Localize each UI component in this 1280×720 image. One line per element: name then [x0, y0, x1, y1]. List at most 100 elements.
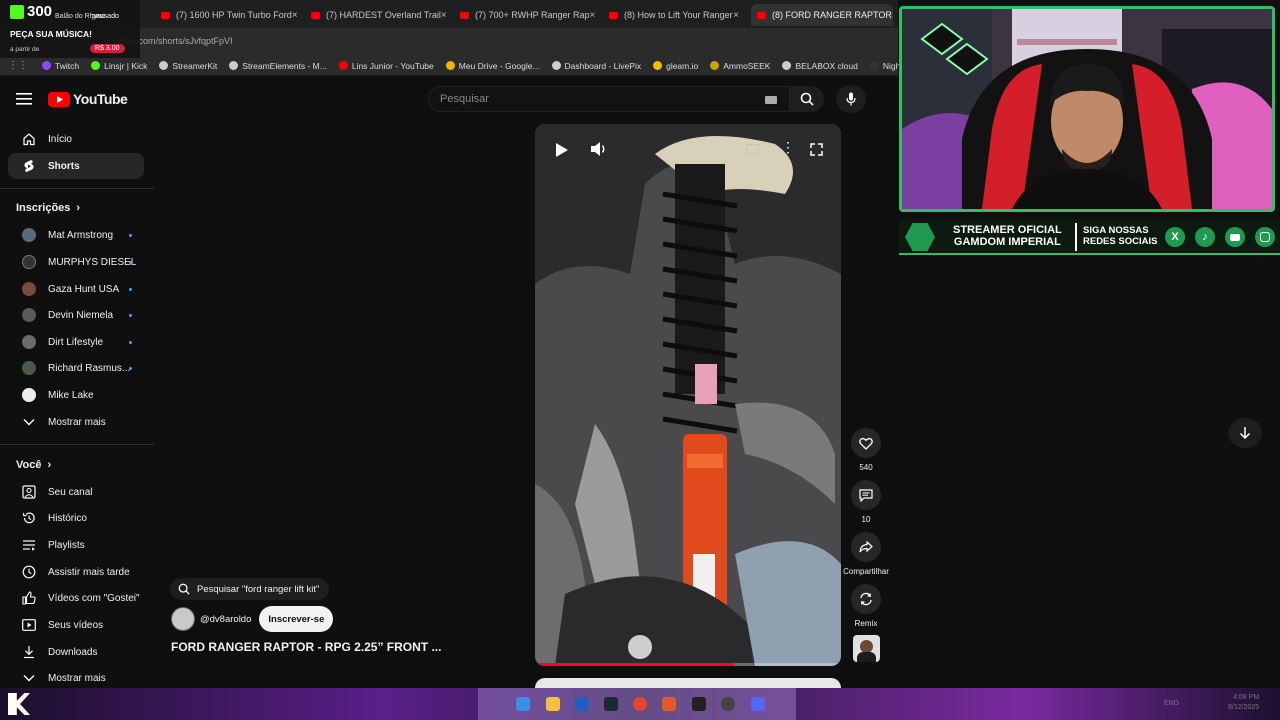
tab-5-active[interactable]: (8) FORD RANGER RAPTOR × [751, 4, 893, 26]
bookmark-item[interactable]: Meu Drive - Google... [445, 61, 540, 71]
subscribe-button[interactable]: Inscrever-se [259, 606, 334, 632]
like-button[interactable]: 540 [849, 428, 883, 472]
youtube-favicon-icon [460, 11, 469, 19]
tray-clock[interactable]: 4:08 PM 8/12/2025 [1228, 693, 1259, 713]
short-channel-row: @dv8aroldo Inscrever-se [171, 606, 334, 632]
channel-avatar[interactable] [171, 607, 195, 631]
bookmark-favicon-icon [338, 61, 348, 70]
apps-grid-icon[interactable]: ⋮⋮ [8, 60, 28, 71]
bookmark-item[interactable]: AmmoSEEK [710, 61, 770, 71]
close-tab-icon[interactable]: × [733, 10, 745, 21]
sidebar-item-subscription[interactable]: Devin Niemela [8, 302, 144, 328]
sound-thumbnail[interactable] [853, 635, 880, 662]
search-icon [800, 92, 814, 106]
short-title[interactable]: FORD RANGER RAPTOR - RPG 2.25” FRONT ... [171, 640, 441, 654]
bookmark-item[interactable]: StreamElements - M... [229, 61, 327, 71]
outlook-icon[interactable] [575, 697, 589, 711]
subscriptions-title: Inscrições [16, 202, 71, 214]
progress-track[interactable] [535, 663, 841, 666]
play-button[interactable] [555, 142, 569, 163]
sidebar-item-your-channel[interactable]: Seu canal [8, 479, 144, 505]
more-options-icon[interactable]: ⋮ [781, 140, 795, 154]
sidebar-item-history[interactable]: Histórico [8, 505, 144, 531]
app-icon[interactable] [662, 697, 676, 711]
close-tab-icon[interactable]: × [892, 10, 893, 21]
sidebar-item-home[interactable]: Início [8, 126, 144, 152]
new-content-dot [129, 287, 132, 291]
search-suggestion-chip[interactable]: Pesquisar "ford ranger lift kit" [170, 578, 330, 600]
next-short-button[interactable] [1228, 418, 1262, 448]
shorts-video-player[interactable]: ⋮ [535, 124, 841, 666]
remix-button[interactable]: Remix [849, 584, 883, 628]
hamburger-menu-icon[interactable] [16, 92, 32, 111]
obs-icon[interactable] [721, 697, 735, 711]
bookmark-item[interactable]: Dashboard - LivePix [551, 61, 641, 71]
overlay-price-badge: R$ 3.00 [90, 44, 125, 53]
bookmark-item[interactable]: gleam.io [653, 61, 698, 71]
microphone-icon [846, 92, 856, 106]
show-more-subscriptions-button[interactable]: Mostrar mais [8, 409, 144, 435]
steam-icon[interactable] [604, 697, 618, 711]
bookmark-item[interactable]: BELABOX cloud [782, 61, 858, 71]
sidebar-item-subscription[interactable]: Dirt Lifestyle [8, 329, 144, 355]
discord-icon[interactable] [751, 697, 765, 711]
sidebar-item-liked-videos[interactable]: Vídeos com "Gostei" [8, 585, 144, 611]
liked-icon [8, 591, 48, 605]
sidebar-item-subscription[interactable]: Richard Rasmus... [8, 355, 144, 381]
video-frame-suspension-image [535, 124, 841, 666]
close-tab-icon[interactable]: × [292, 10, 297, 21]
search-placeholder: Pesquisar [440, 93, 489, 105]
youtube-logo[interactable]: YouTube [48, 91, 128, 107]
keyboard-icon[interactable] [765, 96, 777, 104]
streamer-webcam [899, 6, 1275, 212]
bookmark-favicon-icon [710, 61, 720, 70]
comments-button[interactable]: 10 [849, 480, 883, 524]
voice-search-button[interactable] [836, 85, 866, 113]
new-content-dot [129, 233, 132, 237]
sidebar-item-shorts[interactable]: Shorts [8, 153, 144, 179]
bookmark-label: Linsjr | Kick [104, 60, 148, 71]
bookmark-item[interactable]: StreamerKit [159, 61, 217, 71]
chrome-icon[interactable] [633, 697, 647, 711]
tray-language[interactable]: ENG [1164, 700, 1179, 707]
windows-start-icon[interactable] [516, 697, 530, 711]
search-suggestion-text: Pesquisar "ford ranger lift kit" [197, 583, 320, 595]
file-explorer-icon[interactable] [546, 697, 560, 711]
bookmark-label: StreamElements - M... [242, 60, 327, 71]
sidebar-item-label: Mostrar mais [48, 416, 106, 428]
sidebar-item-subscription[interactable]: Mike Lake [8, 382, 144, 408]
sidebar-item-playlists[interactable]: Playlists [8, 532, 144, 558]
sidebar-item-subscription[interactable]: MURPHYS DIESEL [8, 249, 144, 275]
sidebar-item-subscription[interactable]: Mat Armstrong [8, 222, 144, 248]
sidebar-item-your-videos[interactable]: Seus vídeos [8, 612, 144, 638]
close-tab-icon[interactable]: × [441, 10, 447, 21]
sidebar-item-watch-later[interactable]: Assistir mais tarde [8, 559, 144, 585]
bookmark-item[interactable]: Twitch [42, 61, 79, 71]
fullscreen-button[interactable] [810, 143, 823, 161]
search-input[interactable]: Pesquisar [428, 86, 790, 112]
terminal-icon[interactable] [692, 697, 706, 711]
chevron-right-icon: › [76, 202, 81, 214]
search-button[interactable] [790, 86, 824, 112]
miniplayer-icon[interactable] [746, 144, 759, 154]
channel-handle[interactable]: @dv8aroldo [200, 614, 251, 625]
you-header[interactable]: Você › [16, 459, 51, 471]
arrow-down-icon [1239, 427, 1251, 440]
bookmark-favicon-icon [159, 61, 169, 70]
subscriptions-header[interactable]: Inscrições › [16, 202, 80, 214]
channel-avatar [22, 255, 36, 269]
sidebar-item-downloads[interactable]: Downloads [8, 639, 144, 665]
share-button[interactable]: Compartilhar [843, 532, 889, 576]
bookmark-item[interactable]: Lins Junior - YouTube [338, 61, 434, 71]
bookmark-favicon-icon [869, 61, 879, 70]
tab-2[interactable]: (7) HARDEST Overland Trail × [305, 4, 447, 26]
tray-time: 4:08 PM [1233, 694, 1260, 701]
sidebar-item-subscription[interactable]: Gaza Hunt USA [8, 276, 144, 302]
tab-4[interactable]: (8) How to Lift Your Ranger × [603, 4, 745, 26]
close-tab-icon[interactable]: × [589, 10, 596, 21]
play-icon [556, 143, 568, 157]
volume-button[interactable] [590, 141, 608, 162]
tab-1[interactable]: (7) 1600 HP Twin Turbo Ford × [155, 4, 297, 26]
tab-3[interactable]: (7) 700+ RWHP Ranger Rap × [454, 4, 596, 26]
bookmark-item[interactable]: Linsjr | Kick [91, 61, 147, 71]
